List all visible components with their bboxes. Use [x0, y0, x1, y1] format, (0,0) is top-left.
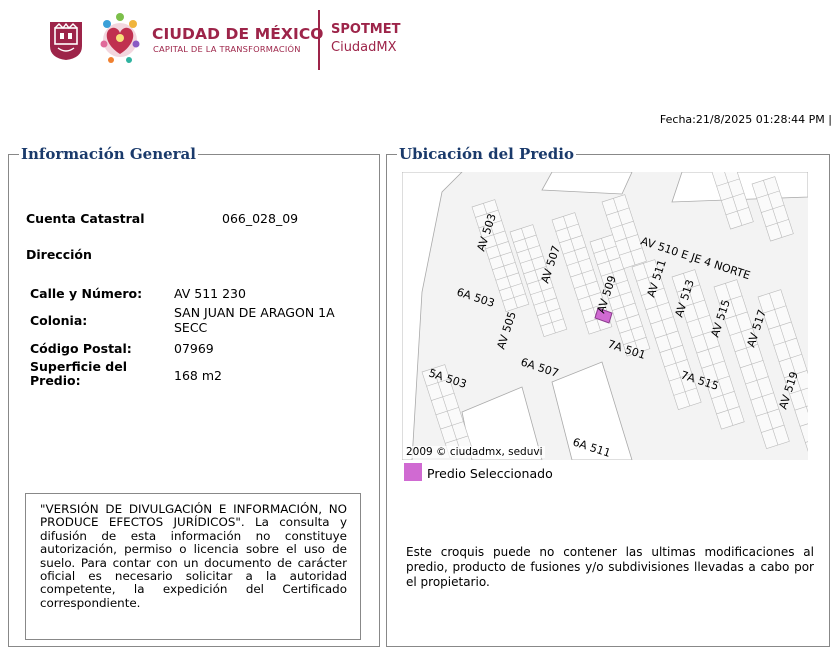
- page-header: CIUDAD DE MÉXICO CAPITAL DE LA TRANSFORM…: [0, 0, 840, 80]
- selected-parcel-swatch: [404, 463, 422, 481]
- map-graphic: AV 503 AV 510 E JE 4 NORTE AV 509 AV 507…: [402, 172, 808, 460]
- app-name: SPOTMET: [331, 22, 401, 37]
- direccion-label: Dirección: [26, 247, 92, 262]
- selected-parcel-label: Predio Seleccionado: [427, 466, 553, 481]
- cp-label: Código Postal:: [30, 341, 132, 356]
- superficie-value: 168 m2: [174, 368, 222, 383]
- header-divider: [318, 10, 320, 70]
- location-title: Ubicación del Predio: [399, 145, 574, 163]
- cdmx-shield-icon: [50, 22, 82, 60]
- cp-value: 07969: [174, 341, 214, 356]
- disclaimer-text: "VERSIÓN DE DIVULGACIÓN E INFORMACIÓN, N…: [40, 502, 347, 610]
- superficie-label: Superficie del Predio:: [30, 359, 127, 388]
- location-map[interactable]: AV 503 AV 510 E JE 4 NORTE AV 509 AV 507…: [402, 172, 808, 460]
- map-note: Este croquis puede no contener las ultim…: [406, 545, 814, 589]
- timestamp: Fecha:21/8/2025 01:28:44 PM |: [659, 113, 832, 126]
- general-info-title: Información General: [21, 145, 196, 163]
- calle-label: Calle y Número:: [30, 286, 143, 301]
- calle-value: AV 511 230: [174, 286, 246, 301]
- map-copyright: 2009 © ciudadmx, seduvi: [404, 446, 545, 458]
- disclaimer-box: "VERSIÓN DE DIVULGACIÓN E INFORMACIÓN, N…: [25, 493, 361, 640]
- colonia-label: Colonia:: [30, 313, 88, 328]
- app-subtitle: CiudadMX: [331, 40, 397, 55]
- cuenta-label: Cuenta Catastral: [26, 211, 145, 226]
- cuenta-value: 066_028_09: [222, 211, 299, 226]
- org-subtitle: CAPITAL DE LA TRANSFORMACIÓN: [153, 44, 301, 54]
- org-name: CIUDAD DE MÉXICO: [152, 25, 324, 43]
- colonia-value: SAN JUAN DE ARAGON 1A SECC: [174, 305, 335, 335]
- cdmx-heart-icon: [100, 13, 140, 63]
